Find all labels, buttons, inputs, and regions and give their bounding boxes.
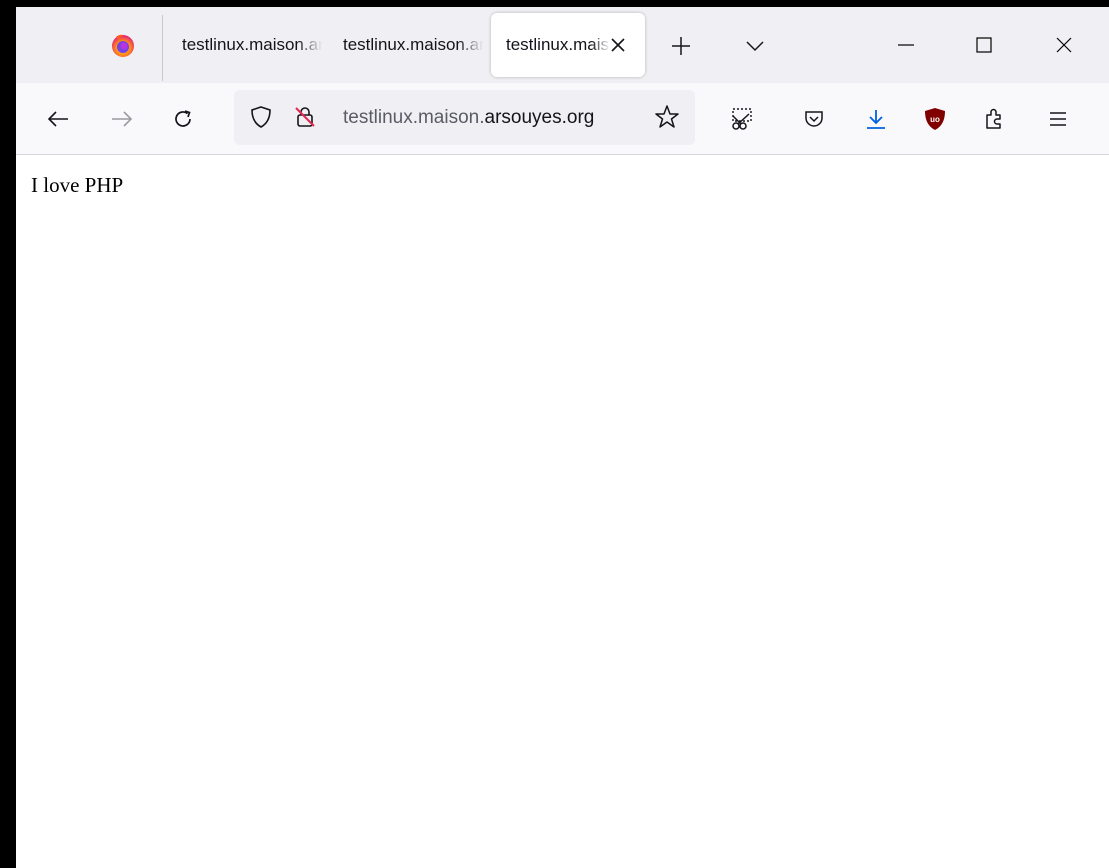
minimize-icon[interactable] [891, 29, 921, 61]
url-text[interactable]: testlinux.maison.arsouyes.org [343, 106, 643, 130]
maximize-icon[interactable] [969, 29, 999, 61]
tab-title: testlinux.maison.arsouyes.org [182, 35, 322, 54]
star-icon[interactable] [652, 102, 682, 132]
svg-text:uo: uo [930, 115, 940, 124]
puzzle-icon[interactable] [979, 103, 1011, 135]
tab[interactable]: testlinux.maison.arsouyes.org [343, 13, 483, 77]
arrow-right-icon[interactable] [106, 103, 138, 135]
plus-icon[interactable] [666, 32, 696, 60]
reload-icon[interactable] [167, 103, 199, 135]
url-domain: arsouyes.org [484, 107, 595, 128]
page-content: I love PHP [16, 155, 1109, 868]
address-bar[interactable]: testlinux.maison.arsouyes.org [234, 90, 695, 145]
pocket-icon[interactable] [798, 103, 830, 135]
tab-active[interactable]: testlinux.maison.arsouyes.org [491, 13, 645, 77]
hamburger-menu-icon[interactable] [1042, 103, 1074, 135]
close-icon[interactable] [1049, 29, 1079, 61]
chevron-down-icon[interactable] [740, 32, 770, 60]
page-text: I love PHP [31, 173, 124, 197]
close-icon[interactable] [605, 32, 631, 58]
download-icon[interactable] [860, 103, 892, 135]
url-prefix: testlinux.maison. [343, 107, 485, 128]
ublock-origin-icon[interactable]: uo [919, 103, 951, 135]
lock-insecure-icon[interactable] [290, 102, 320, 132]
navigation-toolbar: testlinux.maison.arsouyes.org uo [16, 83, 1109, 155]
firefox-logo-icon[interactable] [110, 32, 136, 58]
tab-title: testlinux.maison.arsouyes.org [343, 35, 483, 54]
shield-icon[interactable] [246, 102, 276, 132]
tab-strip: testlinux.maison.arsouyes.org testlinux.… [16, 7, 1109, 83]
screenshot-icon[interactable] [726, 103, 758, 135]
browser-window: testlinux.maison.arsouyes.org testlinux.… [16, 7, 1109, 868]
tab[interactable]: testlinux.maison.arsouyes.org [182, 13, 322, 77]
tab-separator [162, 15, 163, 81]
tab-title: testlinux.maison.arsouyes.org [506, 35, 610, 54]
arrow-left-icon[interactable] [42, 103, 74, 135]
